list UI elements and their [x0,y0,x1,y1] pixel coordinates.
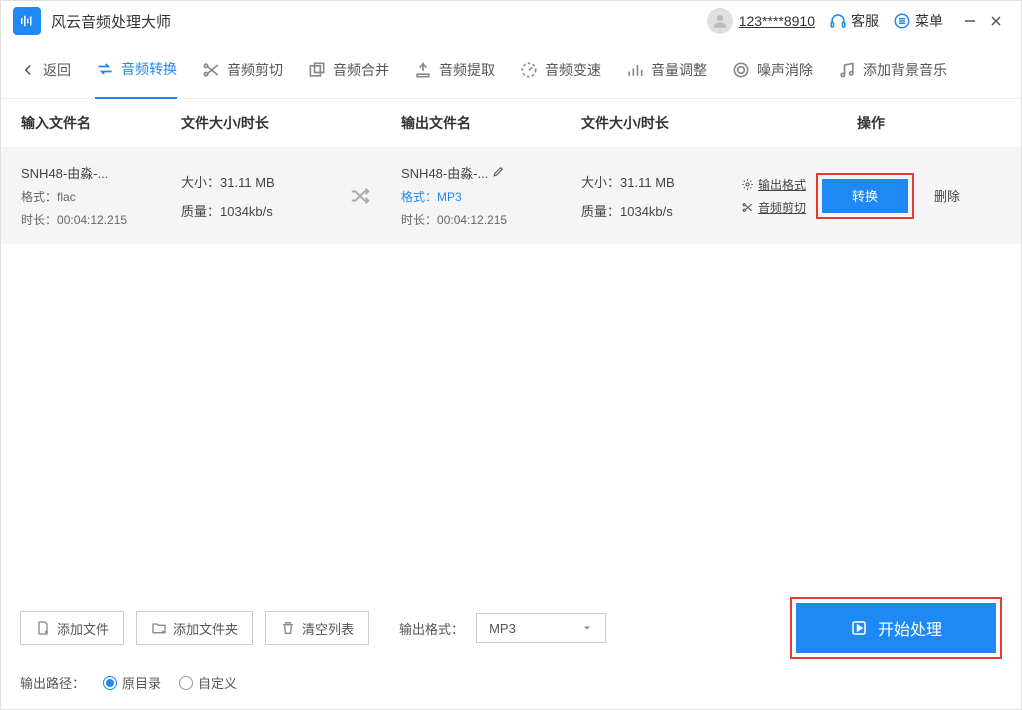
output-filename: SNH48-由淼-... [401,166,488,181]
back-button[interactable]: 返回 [19,41,71,99]
app-title: 风云音频处理大师 [51,11,171,32]
output-format-select[interactable]: MP3 [476,613,606,643]
input-filename: SNH48-由淼-... [21,163,181,182]
shuffle-icon [349,185,371,207]
convert-button[interactable]: 转换 [822,179,908,213]
delete-link[interactable]: 删除 [934,186,960,205]
size2-cell: 大小：31.11 MB 质量：1034kb/s [581,172,741,220]
chevron-down-icon [581,622,593,634]
table-row: SNH48-由淼-... 格式：flac 时长：00:04:12.215 大小：… [1,147,1021,244]
avatar-icon[interactable] [707,8,733,34]
add-folder-button[interactable]: 添加文件夹 [136,611,253,645]
add-file-button[interactable]: 添加文件 [20,611,124,645]
speed-icon [519,60,539,80]
extract-icon [413,60,433,80]
support-label: 客服 [851,11,879,31]
scissors-icon [201,60,221,80]
header-input: 输入文件名 [21,113,181,133]
header-size: 文件大小/时长 [181,113,401,133]
tab-speed[interactable]: 音频变速 [519,41,601,99]
close-button[interactable] [983,8,1009,34]
volume-icon [625,60,645,80]
edit-icon[interactable] [492,165,505,178]
header-op: 操作 [741,113,1001,133]
start-process-button[interactable]: 开始处理 [796,603,996,653]
audio-cut-link[interactable]: 音频剪切 [741,199,806,216]
user-id-link[interactable]: 123****8910 [739,13,815,29]
table-header: 输入文件名 文件大小/时长 输出文件名 文件大小/时长 操作 [1,99,1021,147]
tab-extract[interactable]: 音频提取 [413,41,495,99]
radio-dot-icon [179,676,193,690]
output-cell: SNH48-由淼-... 格式：MP3 时长：00:04:12.215 [401,163,581,228]
noise-icon [731,60,751,80]
convert-highlight: 转换 [816,173,914,219]
file-add-icon [35,620,51,636]
tab-merge[interactable]: 音频合并 [307,41,389,99]
scissors-icon [741,201,754,214]
trash-icon [280,620,296,636]
op-cell: 输出格式 音频剪切 转换 删除 [741,173,960,219]
header-output: 输出文件名 [401,113,581,133]
headset-icon [829,12,847,30]
output-format-label: 输出格式： [399,619,464,638]
merge-icon [307,60,327,80]
menu-label: 菜单 [915,11,943,31]
support-button[interactable]: 客服 [829,11,879,31]
start-highlight: 开始处理 [790,597,1002,659]
music-icon [837,60,857,80]
clear-list-button[interactable]: 清空列表 [265,611,369,645]
radio-dot-icon [103,676,117,690]
tab-bgm[interactable]: 添加背景音乐 [837,41,947,99]
menu-icon [893,12,911,30]
tab-noise[interactable]: 噪声消除 [731,41,813,99]
header-size2: 文件大小/时长 [581,113,741,133]
size-cell: 大小：31.11 MB 质量：1034kb/s [181,172,401,220]
arrow-left-icon [19,61,37,79]
radio-custom-dir[interactable]: 自定义 [179,673,237,692]
toolbar: 返回 音频转换 音频剪切 音频合并 音频提取 音频变速 音量调整 噪声消除 添加… [1,41,1021,99]
radio-original-dir[interactable]: 原目录 [103,673,161,692]
gear-icon [741,178,754,191]
convert-icon [95,59,115,79]
titlebar: 风云音频处理大师 123****8910 客服 菜单 [1,1,1021,41]
tab-cut[interactable]: 音频剪切 [201,41,283,99]
tab-volume[interactable]: 音量调整 [625,41,707,99]
minimize-button[interactable] [957,8,983,34]
output-format-link[interactable]: 输出格式 [741,176,806,193]
output-path-label: 输出路径： [20,673,85,692]
play-icon [850,619,868,637]
tab-convert[interactable]: 音频转换 [95,41,177,99]
folder-add-icon [151,620,167,636]
input-cell: SNH48-由淼-... 格式：flac 时长：00:04:12.215 [21,163,181,228]
bottom-bar: 添加文件 添加文件夹 清空列表 输出格式： MP3 开始处理 输出路径： 原目录 [0,583,1022,710]
app-logo [13,7,41,35]
menu-button[interactable]: 菜单 [893,11,943,31]
